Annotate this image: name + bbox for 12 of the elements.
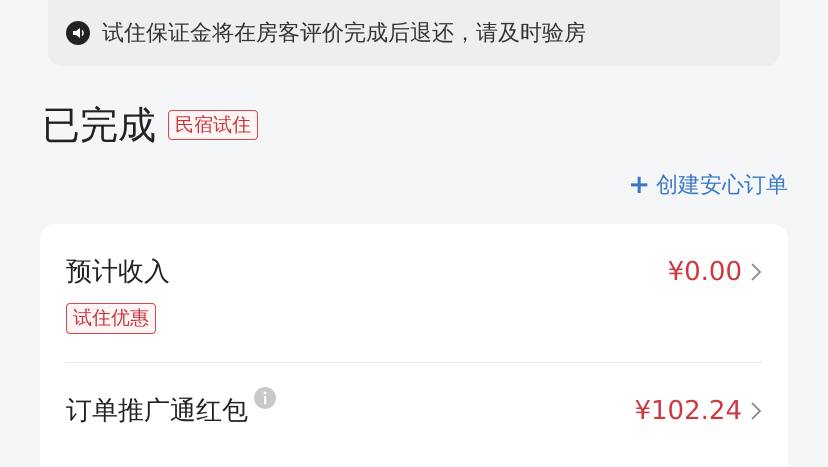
discount-tag: 试住优惠 [66,303,156,334]
row-label: 订单推广通红包 [66,394,248,428]
order-type-tag: 民宿试住 [168,110,258,140]
notice-text: 试住保证金将在房客评价完成后退还，请及时验房 [102,20,586,48]
row-label: 预计收入 [66,256,170,289]
amount-value: ¥102.24 [634,396,742,426]
chevron-right-icon[interactable] [750,400,762,421]
speaker-icon [66,21,90,45]
chevron-right-icon[interactable] [750,262,762,282]
create-order-link[interactable]: + 创建安心订单 [628,170,788,200]
status-title: 已完成 [42,106,156,144]
amount-value: ¥0.00 [668,257,742,287]
